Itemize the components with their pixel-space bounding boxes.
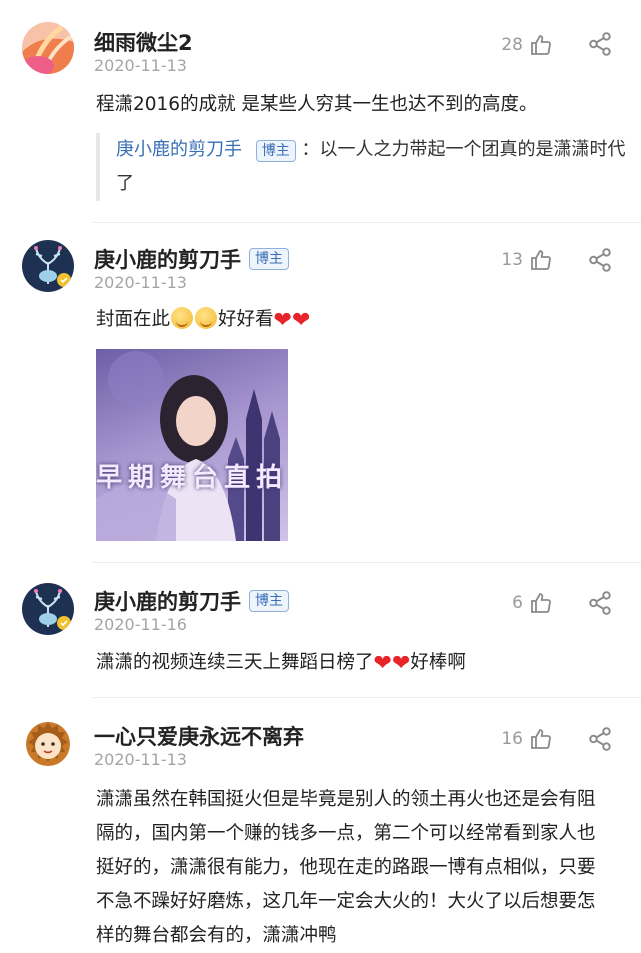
comment-text-part1: 封面在此	[96, 309, 171, 330]
blush-emoji	[171, 307, 194, 329]
heart-emoji: ❤	[273, 308, 292, 333]
divider	[92, 562, 641, 563]
username[interactable]: 一心只爱庚永远不离弃	[94, 721, 304, 751]
comment-date: 2020-11-13	[94, 750, 187, 769]
heart-emoji: ❤	[291, 308, 311, 333]
username-text[interactable]: 庚小鹿的剪刀手	[94, 244, 241, 274]
thumbs-up-icon	[531, 729, 551, 749]
heart-emoji: ❤	[373, 651, 392, 676]
heart-emoji: ❤	[391, 651, 411, 676]
username[interactable]: 细雨微尘2	[94, 27, 193, 57]
comment-date: 2020-11-16	[94, 615, 187, 634]
like-count: 28	[501, 35, 523, 55]
like-button[interactable]: 16	[501, 727, 553, 751]
username[interactable]: 庚小鹿的剪刀手 博主	[94, 586, 289, 616]
like-button[interactable]: 28	[501, 33, 553, 57]
reply-username[interactable]: 庚小鹿的剪刀手	[116, 139, 242, 160]
divider	[92, 222, 641, 223]
share-icon[interactable]	[587, 31, 613, 57]
divider	[92, 697, 641, 698]
reply-block[interactable]: 庚小鹿的剪刀手 博主 ：以一人之力带起一个团真的是潇潇时代 了	[96, 133, 636, 201]
avatar[interactable]	[22, 583, 74, 635]
share-icon[interactable]	[587, 590, 613, 616]
blogger-badge: 博主	[255, 140, 296, 162]
comment-date: 2020-11-13	[94, 56, 187, 75]
comment-text: 封面在此 好好看❤❤	[96, 303, 616, 338]
comment-text-line: 潇潇虽然在韩国挺火但是毕竟是别人的领土再火也还是会有阻	[96, 789, 596, 810]
cover-image[interactable]: 早期舞台直拍	[96, 349, 288, 541]
thumbs-up-icon	[531, 35, 551, 55]
thumbs-up-icon	[531, 593, 551, 613]
comment-text-part1: 潇潇的视频连续三天上舞蹈日榜了	[96, 652, 374, 673]
comment-date: 2020-11-13	[94, 273, 187, 292]
like-button[interactable]: 6	[512, 591, 553, 615]
blogger-badge: 博主	[249, 248, 289, 270]
avatar[interactable]	[22, 718, 74, 770]
blush-emoji	[195, 307, 218, 329]
comment-text: 潇潇的视频连续三天上舞蹈日榜了❤❤好棒啊	[96, 646, 616, 681]
comment-text: 潇潇虽然在韩国挺火但是毕竟是别人的领土再火也还是会有阻 隔的，国内第一个赚的钱多…	[96, 783, 616, 953]
avatar[interactable]	[22, 22, 74, 74]
avatar[interactable]	[22, 240, 74, 292]
username[interactable]: 庚小鹿的剪刀手 博主	[94, 244, 289, 274]
like-count: 16	[501, 729, 523, 749]
comment-text-line: 隔的，国内第一个赚的钱多一点，第二个可以经常看到家人也	[96, 823, 596, 844]
reply-text-line2: 了	[116, 173, 134, 194]
share-icon[interactable]	[587, 726, 613, 752]
reply-text-line1: ：以一人之力带起一个团真的是潇潇时代	[301, 139, 626, 160]
username-text[interactable]: 庚小鹿的剪刀手	[94, 586, 241, 616]
comment-text: 程潇2016的成就 是某些人穷其一生也达不到的高度。	[96, 94, 538, 115]
blogger-badge: 博主	[249, 590, 289, 612]
like-count: 6	[512, 593, 523, 613]
share-icon[interactable]	[587, 247, 613, 273]
like-button[interactable]: 13	[501, 248, 553, 272]
comment-text-part2: 好好看	[218, 309, 274, 330]
thumbs-up-icon	[531, 250, 551, 270]
comment-text-line: 不急不躁好好磨炼，这几年一定会大火的！大火了以后想要怎	[96, 891, 596, 912]
comment-text-line: 样的舞台都会有的，潇潇冲鸭	[96, 925, 337, 946]
comment-text-part2: 好棒啊	[410, 652, 466, 673]
comment-text-line: 挺好的，潇潇很有能力，他现在走的路跟一博有点相似，只要	[96, 857, 596, 878]
cover-caption: 早期舞台直拍	[96, 463, 288, 493]
like-count: 13	[501, 250, 523, 270]
